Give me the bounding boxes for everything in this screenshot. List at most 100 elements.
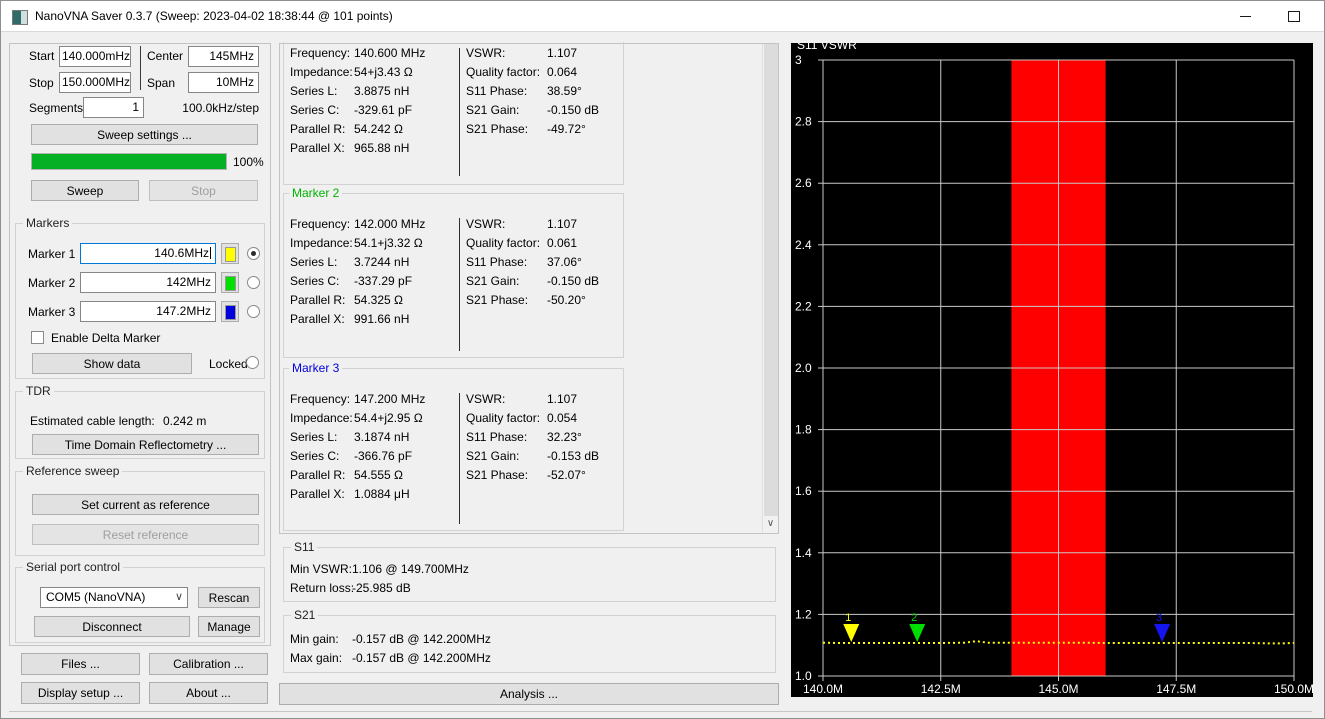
marker2-color-button[interactable] — [221, 272, 239, 293]
field-value: 54.325 Ω — [354, 293, 404, 307]
field-label: Parallel X: — [290, 312, 345, 326]
serial-port-value: COM5 (NanoVNA) — [46, 590, 146, 604]
minimize-button[interactable] — [1229, 1, 1263, 32]
marker-field-row: S21 Phase: -50.20° — [466, 291, 622, 310]
marker1-right-fields: VSWR: 1.107 Quality factor: 0.064 S11 Phase:… — [466, 44, 622, 139]
field-label: S21 Gain: — [466, 103, 520, 117]
s21-group-title: S21 — [291, 608, 319, 622]
marker-data-scrollbar[interactable]: ∨ — [762, 44, 778, 533]
reset-reference-button[interactable]: Reset reference — [32, 524, 259, 545]
field-label: Quality factor: — [466, 236, 541, 250]
maximize-button[interactable] — [1277, 1, 1311, 32]
reference-group: Reference sweep Set current as reference… — [15, 464, 265, 556]
enable-delta-checkbox[interactable] — [31, 331, 44, 344]
marker-field-row: S11 Phase: 32.23° — [466, 428, 622, 447]
x-tick-label: 150.0M — [1274, 682, 1313, 696]
field-label: S21 Phase: — [466, 468, 529, 482]
files-button[interactable]: Files ... — [21, 653, 140, 675]
marker3-right-fields: VSWR: 1.107 Quality factor: 0.054 S11 Phase:… — [466, 390, 622, 485]
y-tick-label: 1.0 — [795, 669, 812, 683]
marker-field-row: S21 Phase: -52.07° — [466, 466, 622, 485]
stop-input[interactable]: 150.000MHz — [59, 72, 131, 93]
stop-button[interactable]: Stop — [149, 180, 258, 201]
marker3-color-swatch — [225, 305, 236, 320]
field-value: 1.107 — [547, 392, 578, 406]
scrollbar-thumb[interactable] — [764, 44, 778, 516]
tdr-button[interactable]: Time Domain Reflectometry ... — [32, 434, 259, 455]
sweep-button[interactable]: Sweep — [31, 180, 139, 201]
scroll-down-arrow-icon[interactable]: ∨ — [763, 517, 778, 532]
text-caret — [210, 247, 211, 259]
chart-canvas[interactable]: 140.0M 142.5M 145.0M 147.5M 150.0M 3 2.8 2.6 2.4… — [791, 43, 1313, 697]
field-value: -50.20° — [547, 293, 586, 307]
field-label: S21 Phase: — [466, 122, 529, 136]
chevron-down-icon: ∨ — [174, 591, 183, 603]
s11-vswr-chart[interactable]: 140.0M 142.5M 145.0M 147.5M 150.0M 3 2.8 2.6 2.4… — [791, 43, 1313, 697]
card-divider — [459, 393, 460, 524]
chart-marker-number: 2 — [911, 612, 917, 624]
marker3-input[interactable]: 147.2MHz — [80, 301, 216, 322]
progress-percent: 100% — [233, 155, 264, 169]
titlebar: NanoVNA Saver 0.3.7 (Sweep: 2023-04-02 1… — [1, 1, 1324, 32]
marker-field-row: Frequency: 142.000 MHz — [290, 215, 456, 234]
analysis-button[interactable]: Analysis ... — [279, 683, 779, 705]
marker-field-row: Parallel R: 54.325 Ω — [290, 291, 456, 310]
field-label: Series C: — [290, 103, 340, 117]
segments-input[interactable]: 1 — [83, 97, 144, 118]
locked-radio[interactable] — [246, 356, 259, 369]
marker2-input[interactable]: 142MHz — [80, 272, 216, 293]
manage-button[interactable]: Manage — [198, 616, 260, 637]
field-value: 1.0884 μH — [354, 487, 410, 501]
show-data-button[interactable]: Show data — [32, 353, 192, 374]
card-divider — [459, 218, 460, 351]
marker1-input[interactable]: 140.6MHz — [80, 243, 216, 264]
marker2-radio[interactable] — [247, 276, 260, 289]
marker1-label: Marker 1 — [28, 247, 76, 261]
start-input[interactable]: 140.000mHz — [59, 46, 131, 67]
marker-field-row: Series C: -337.29 pF — [290, 272, 456, 291]
span-label: Span — [147, 76, 176, 90]
field-value: 37.06° — [547, 255, 582, 269]
marker3-color-button[interactable] — [221, 301, 239, 322]
display-setup-button[interactable]: Display setup ... — [21, 682, 140, 704]
marker1-color-button[interactable] — [221, 243, 239, 264]
marker3-card-title: Marker 3 — [289, 361, 343, 375]
marker-field-row: Series L: 3.7244 nH — [290, 253, 456, 272]
rescan-button[interactable]: Rescan — [198, 587, 260, 608]
marker1-radio[interactable] — [247, 247, 260, 260]
sweep-divider — [140, 46, 141, 90]
markers-group-title: Markers — [23, 216, 73, 230]
disconnect-button[interactable]: Disconnect — [34, 616, 190, 637]
set-reference-button[interactable]: Set current as reference — [32, 494, 259, 515]
field-label: S11 Phase: — [466, 255, 528, 269]
calibration-button[interactable]: Calibration ... — [149, 653, 268, 675]
s21-max-gain-row: Max gain: -0.157 dB @ 142.200MHz — [290, 651, 491, 665]
maximize-icon — [1288, 11, 1300, 22]
enable-delta-label: Enable Delta Marker — [51, 331, 161, 345]
y-tick-label: 3 — [795, 53, 802, 67]
s11-return-loss-row: Return loss:-25.985 dB — [290, 581, 411, 595]
marker2-data-card: Marker 2 Frequency: 142.000 MHz Impedance:… — [283, 186, 624, 358]
serial-port-select[interactable]: COM5 (NanoVNA) ∨ — [40, 587, 188, 608]
marker-field-row: VSWR: 1.107 — [466, 44, 622, 63]
chart-marker-3[interactable] — [1154, 624, 1171, 643]
marker3-radio[interactable] — [247, 305, 260, 318]
marker2-right-fields: VSWR: 1.107 Quality factor: 0.061 S11 Phase:… — [466, 215, 622, 310]
center-input[interactable]: 145MHz — [188, 46, 259, 67]
sweep-progress-bar — [31, 153, 227, 170]
marker-field-row: Series C: -329.61 pF — [290, 101, 456, 120]
chart-marker-number: 3 — [1156, 612, 1162, 624]
sweep-settings-button[interactable]: Sweep settings ... — [31, 124, 258, 145]
chart-marker-1[interactable] — [843, 624, 860, 643]
field-label: VSWR: — [466, 46, 506, 60]
field-label: Series C: — [290, 274, 340, 288]
field-value: 3.8875 nH — [354, 84, 410, 98]
s11-group: S11 Min VSWR:1.106 @ 149.700MHz Return l… — [283, 540, 776, 602]
chart-marker-2[interactable] — [909, 624, 926, 643]
about-button[interactable]: About ... — [149, 682, 268, 704]
marker-field-row: Frequency: 140.600 MHz — [290, 44, 456, 63]
chart-marker-number: 1 — [845, 612, 851, 624]
center-label: Center — [147, 49, 184, 63]
locked-label: Locked — [209, 357, 248, 371]
span-input[interactable]: 10MHz — [188, 72, 259, 93]
